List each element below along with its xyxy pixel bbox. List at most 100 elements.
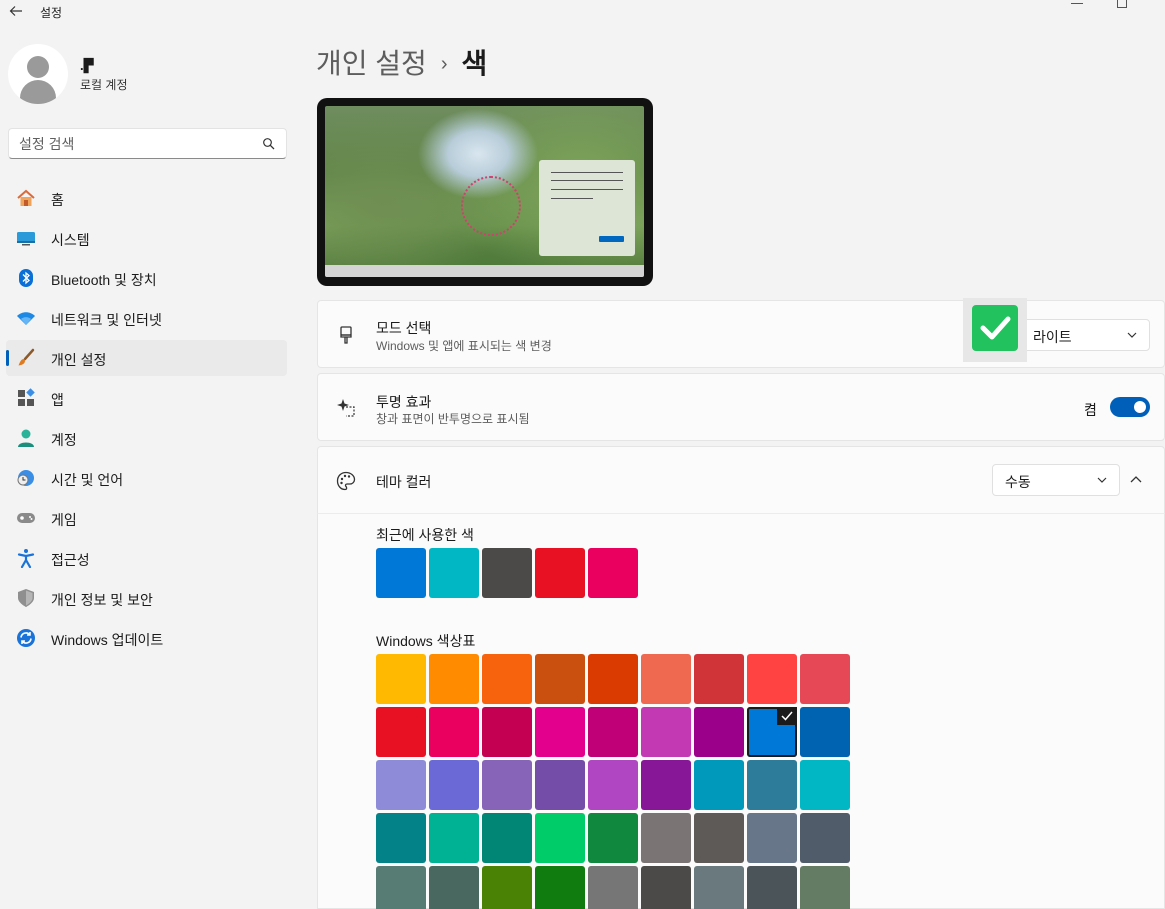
accessibility-icon [17,549,35,568]
title-bar: 설정 [0,0,1165,24]
profile-card[interactable]: .▛ 로컬 계정 [8,44,278,106]
search-input[interactable] [19,135,259,153]
apps-icon [18,388,35,406]
palette-color-swatch[interactable] [641,707,691,757]
sidebar-item-apps[interactable]: 앱 [6,380,287,416]
palette-color-swatch[interactable] [376,654,426,704]
palette-color-swatch[interactable] [376,866,426,909]
app-title: 설정 [40,6,63,20]
recent-color-swatch[interactable] [429,548,479,598]
palette-color-swatch[interactable] [747,760,797,810]
recent-color-swatch[interactable] [535,548,585,598]
theme-color-title: 테마 컬러 [376,474,432,490]
palette-color-swatch[interactable] [535,760,585,810]
sidebar-item-windows-update[interactable]: Windows 업데이트 [6,620,287,656]
palette-color-swatch[interactable] [694,760,744,810]
palette-color-swatch[interactable] [800,760,850,810]
search-box[interactable] [8,128,287,159]
palette-color-swatch[interactable] [641,813,691,863]
profile-name: .▛ [80,58,94,73]
transparency-toggle[interactable] [1110,397,1150,417]
system-icon [17,232,35,246]
palette-color-swatch[interactable] [535,866,585,909]
palette-color-swatch[interactable] [747,866,797,909]
palette-color-swatch[interactable] [535,813,585,863]
preview-wallpaper [325,106,644,277]
transparency-state-label: 켬 [1084,402,1097,418]
recent-color-swatch[interactable] [376,548,426,598]
maximize-button[interactable] [1117,0,1127,8]
palette-color-swatch[interactable] [588,866,638,909]
back-button[interactable] [6,0,26,22]
palette-color-swatch[interactable] [429,707,479,757]
sidebar-item-privacy[interactable]: 개인 정보 및 보안 [6,580,287,616]
breadcrumb-separator: › [440,53,448,75]
sidebar-item-personalization[interactable]: 개인 설정 [6,340,287,376]
mode-dropdown[interactable]: 라이트 [1020,319,1150,351]
mode-description: Windows 및 앱에 표시되는 색 변경 [376,339,552,353]
palette-color-swatch[interactable] [747,707,797,757]
palette-icon [336,471,356,491]
palette-color-swatch[interactable] [694,707,744,757]
update-icon [17,629,35,647]
page-title: 색 [461,48,488,79]
transparency-card: 투명 효과 창과 표면이 반투명으로 표시됨 [317,373,1165,441]
palette-color-swatch[interactable] [694,813,744,863]
palette-color-swatch[interactable] [800,813,850,863]
palette-color-swatch[interactable] [429,654,479,704]
palette-color-swatch[interactable] [429,866,479,909]
recent-color-swatch[interactable] [588,548,638,598]
sidebar-item-label: Bluetooth 및 장치 [51,272,157,288]
palette-color-swatch[interactable] [482,707,532,757]
sidebar-item-accessibility[interactable]: 접근성 [6,540,287,576]
sidebar-item-gaming[interactable]: 게임 [6,500,287,536]
minimize-button[interactable] [1071,0,1083,4]
sidebar-item-home[interactable]: 홈 [6,180,287,216]
palette-color-swatch[interactable] [376,707,426,757]
sidebar-item-system[interactable]: 시스템 [6,220,287,256]
palette-color-swatch[interactable] [376,813,426,863]
palette-color-swatch[interactable] [482,866,532,909]
theme-color-dropdown[interactable]: 수동 [992,464,1120,496]
search-icon[interactable] [262,137,276,151]
sidebar-item-bluetooth[interactable]: Bluetooth 및 장치 [6,260,287,296]
sidebar-item-time-language[interactable]: 시간 및 언어 [6,460,287,496]
palette-color-swatch[interactable] [429,813,479,863]
recent-color-swatch[interactable] [482,548,532,598]
palette-color-swatch[interactable] [376,760,426,810]
palette-color-swatch[interactable] [641,654,691,704]
palette-color-swatch[interactable] [641,866,691,909]
palette-color-swatch[interactable] [588,707,638,757]
palette-color-swatch[interactable] [429,760,479,810]
mode-dropdown-value: 라이트 [1033,329,1072,345]
palette-color-swatch[interactable] [588,654,638,704]
palette-color-swatch[interactable] [694,866,744,909]
collapse-chevron-up-icon[interactable] [1130,474,1142,486]
palette-color-swatch[interactable] [747,654,797,704]
preview-window [539,160,635,256]
palette-color-swatch[interactable] [535,707,585,757]
palette-color-swatch[interactable] [588,813,638,863]
palette-color-swatch[interactable] [641,760,691,810]
palette-color-swatch[interactable] [482,760,532,810]
palette-color-swatch[interactable] [535,654,585,704]
sidebar-nav: 홈 시스템 Bluetooth 및 장치 네트워크 및 인터넷 개인 설정 앱 … [6,180,287,660]
sidebar-item-label: 개인 설정 [51,352,107,368]
palette-color-swatch[interactable] [694,654,744,704]
shield-icon [18,589,34,607]
palette-color-swatch[interactable] [800,866,850,909]
palette-color-swatch[interactable] [482,813,532,863]
chevron-down-icon [1097,477,1107,483]
sidebar-item-label: Windows 업데이트 [51,632,164,648]
palette-color-swatch[interactable] [800,707,850,757]
sidebar-item-network[interactable]: 네트워크 및 인터넷 [6,300,287,336]
palette-color-swatch[interactable] [482,654,532,704]
palette-color-swatch[interactable] [747,813,797,863]
sidebar-item-accounts[interactable]: 계정 [6,420,287,456]
theme-color-dropdown-value: 수동 [1005,474,1031,490]
breadcrumb-parent[interactable]: 개인 설정 [316,48,427,79]
sidebar-item-label: 개인 정보 및 보안 [51,592,153,608]
palette-color-swatch[interactable] [800,654,850,704]
palette-color-swatch[interactable] [588,760,638,810]
toggle-knob [1134,401,1146,413]
